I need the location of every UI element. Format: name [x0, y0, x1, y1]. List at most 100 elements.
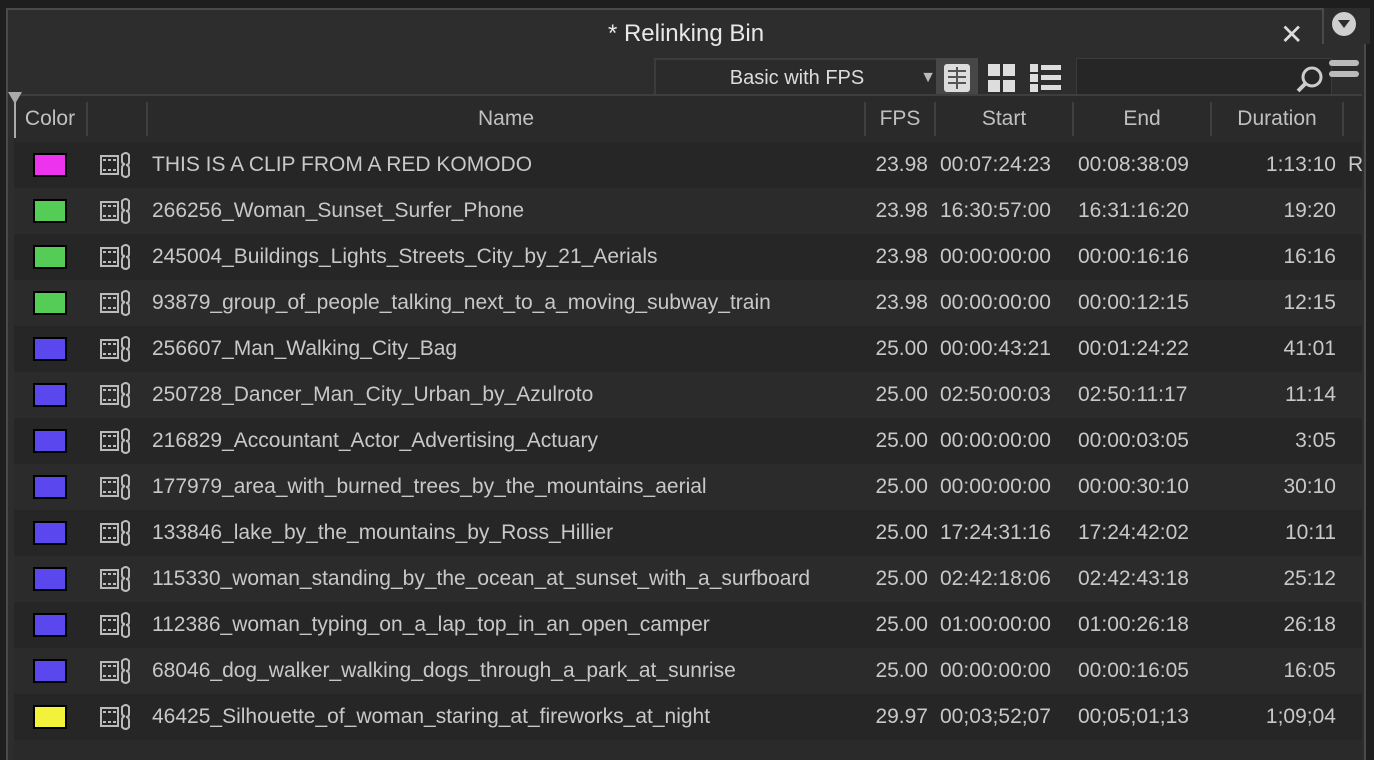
clip-name: 177979_area_with_burned_trees_by_the_mou… — [152, 475, 707, 498]
clip-row[interactable]: 46425_Silhouette_of_woman_staring_at_fir… — [14, 694, 1362, 740]
clip-duration: 30:10 — [1283, 475, 1336, 498]
clip-end: 17:24:42:02 — [1078, 521, 1189, 544]
color-swatch[interactable] — [33, 199, 67, 223]
clip-end: 00;05;01;13 — [1078, 705, 1189, 728]
clip-duration: 19:20 — [1283, 199, 1336, 222]
clip-duration: 3:05 — [1295, 429, 1336, 452]
clip-end: 00:00:16:16 — [1078, 245, 1189, 268]
clip-end: 01:00:26:18 — [1078, 613, 1189, 636]
clip-row[interactable]: 177979_area_with_burned_trees_by_the_mou… — [14, 464, 1362, 510]
clip-fps: 25.00 — [875, 337, 928, 360]
clip-duration: 16:05 — [1283, 659, 1336, 682]
clip-fps: 25.00 — [875, 475, 928, 498]
clip-start: 00:07:24:23 — [940, 153, 1051, 176]
clip-row[interactable]: THIS IS A CLIP FROM A RED KOMODO 23.98 0… — [14, 142, 1363, 188]
clip-duration: 16:16 — [1283, 245, 1336, 268]
clip-name: 115330_woman_standing_by_the_ocean_at_su… — [152, 567, 811, 590]
search-input[interactable] — [1076, 58, 1332, 98]
clip-start: 00:00:00:00 — [940, 245, 1051, 268]
clip-start: 16:30:57:00 — [940, 199, 1051, 222]
clip-name: 256607_Man_Walking_City_Bag — [152, 337, 458, 360]
clip-table: Color Name FPS Start End Duration THIS I… — [8, 92, 1363, 760]
color-swatch[interactable] — [33, 521, 67, 545]
clip-row[interactable]: 68046_dog_walker_walking_dogs_through_a_… — [14, 648, 1362, 694]
column-header-start[interactable]: Start — [936, 102, 1074, 136]
clip-fps: 23.98 — [875, 199, 928, 222]
color-swatch[interactable] — [33, 383, 67, 407]
column-header-fps[interactable]: FPS — [866, 102, 936, 136]
script-view-icon[interactable] — [980, 58, 1022, 98]
clip-row[interactable]: 245004_Buildings_Lights_Streets_City_by_… — [14, 234, 1362, 280]
clip-start: 01:00:00:00 — [940, 613, 1051, 636]
clip-duration: 10:11 — [1285, 521, 1336, 544]
clip-row[interactable]: 266256_Woman_Sunset_Surfer_Phone 23.98 1… — [14, 188, 1362, 234]
clip-end: 00:08:38:09 — [1078, 153, 1189, 176]
clip-row[interactable]: 133846_lake_by_the_mountains_by_Ross_Hil… — [14, 510, 1362, 556]
clip-name: 93879_group_of_people_talking_next_to_a_… — [152, 291, 771, 314]
view-preset-dropdown[interactable]: Basic with FPS ▼ — [654, 58, 940, 98]
clip-row[interactable]: 250728_Dancer_Man_City_Urban_by_Azulroto… — [14, 372, 1362, 418]
frame-view-icon[interactable] — [936, 58, 978, 98]
bin-title: * Relinking Bin — [607, 20, 765, 47]
clip-duration: 1;09;04 — [1265, 705, 1336, 728]
clip-end: 00:01:24:22 — [1078, 337, 1189, 360]
clip-fps: 29.97 — [875, 705, 928, 728]
clip-start: 00:00:00:00 — [940, 475, 1051, 498]
clip-fps: 23.98 — [875, 245, 928, 268]
clip-row[interactable]: 93879_group_of_people_talking_next_to_a_… — [14, 280, 1362, 326]
column-header-color[interactable]: Color — [14, 102, 88, 136]
close-icon[interactable]: ✕ — [1280, 18, 1303, 51]
clip-start: 02:50:00:03 — [940, 383, 1051, 406]
clip-end: 00:00:30:10 — [1078, 475, 1189, 498]
color-swatch[interactable] — [33, 337, 67, 361]
clip-name: 216829_Accountant_Actor_Advertising_Actu… — [152, 429, 598, 452]
clip-start: 00;03;52;07 — [940, 705, 1051, 728]
color-swatch[interactable] — [33, 567, 67, 591]
clip-fps: 25.00 — [875, 383, 928, 406]
color-swatch[interactable] — [33, 429, 67, 453]
clip-start: 00:00:00:00 — [940, 291, 1051, 314]
clip-name: 112386_woman_typing_on_a_lap_top_in_an_o… — [152, 613, 710, 636]
clip-start: 00:00:00:00 — [940, 429, 1051, 452]
column-header-name[interactable]: Name — [148, 102, 866, 136]
circle-chevron-down-icon — [1332, 12, 1356, 36]
clip-name: 250728_Dancer_Man_City_Urban_by_Azulroto — [152, 383, 594, 406]
search-icon[interactable] — [1295, 64, 1325, 94]
column-header-icon[interactable] — [88, 102, 148, 136]
color-swatch[interactable] — [33, 659, 67, 683]
hamburger-icon[interactable] — [1329, 60, 1359, 82]
panel-menu-button[interactable] — [1322, 8, 1370, 44]
chevron-down-icon: ▼ — [920, 69, 936, 86]
list-view-icon[interactable] — [1024, 58, 1066, 98]
color-swatch[interactable] — [33, 705, 67, 729]
clip-end: 16:31:16:20 — [1078, 199, 1189, 222]
clip-name: 46425_Silhouette_of_woman_staring_at_fir… — [152, 705, 711, 728]
color-swatch[interactable] — [33, 475, 67, 499]
column-header-duration[interactable]: Duration — [1212, 102, 1344, 136]
clip-row[interactable]: 112386_woman_typing_on_a_lap_top_in_an_o… — [14, 602, 1362, 648]
color-swatch[interactable] — [33, 291, 67, 315]
clip-fps: 25.00 — [875, 613, 928, 636]
color-swatch[interactable] — [33, 153, 67, 177]
clip-end: 00:00:16:05 — [1078, 659, 1189, 682]
clip-name: 245004_Buildings_Lights_Streets_City_by_… — [152, 245, 658, 268]
clip-start: 00:00:00:00 — [940, 659, 1051, 682]
clip-start: 17:24:31:16 — [940, 521, 1051, 544]
clip-name: 68046_dog_walker_walking_dogs_through_a_… — [152, 659, 736, 682]
column-header-end[interactable]: End — [1074, 102, 1212, 136]
color-swatch[interactable] — [33, 613, 67, 637]
clip-duration: 11:14 — [1285, 383, 1336, 406]
clip-fps: 25.00 — [875, 429, 928, 452]
preset-label: Basic with FPS — [729, 67, 865, 89]
color-swatch[interactable] — [33, 245, 67, 269]
clip-duration: 12:15 — [1283, 291, 1336, 314]
clip-name: 133846_lake_by_the_mountains_by_Ross_Hil… — [152, 521, 614, 544]
clip-end: 00:00:12:15 — [1078, 291, 1189, 314]
clip-row[interactable]: 256607_Man_Walking_City_Bag 25.00 00:00:… — [14, 326, 1362, 372]
clip-row[interactable]: 115330_woman_standing_by_the_ocean_at_su… — [14, 556, 1362, 602]
clip-row[interactable]: 216829_Accountant_Actor_Advertising_Actu… — [14, 418, 1362, 464]
clip-end: 00:00:03:05 — [1078, 429, 1189, 452]
clip-end: 02:42:43:18 — [1078, 567, 1189, 590]
clip-end: 02:50:11:17 — [1078, 383, 1188, 406]
clip-name: THIS IS A CLIP FROM A RED KOMODO — [152, 153, 533, 176]
